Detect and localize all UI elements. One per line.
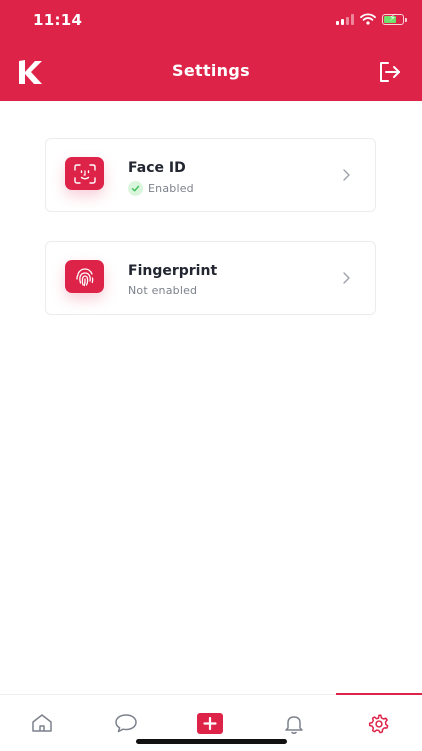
gear-icon [368, 714, 389, 734]
add-icon [197, 713, 223, 734]
status-icons: ⚡ [336, 13, 407, 25]
status-bar: 11:14 ⚡ [0, 0, 422, 44]
face-id-title: Face ID [128, 160, 186, 176]
wifi-icon [360, 13, 376, 25]
nav-settings[interactable] [336, 693, 422, 751]
fingerprint-status: Not enabled [128, 284, 197, 297]
battery-charging-icon: ⚡ [382, 13, 407, 25]
home-indicator [136, 739, 287, 744]
fingerprint-setting-card[interactable]: Fingerprint Not enabled [45, 241, 376, 315]
page-title: Settings [172, 61, 250, 80]
fingerprint-status-text: Not enabled [128, 284, 198, 297]
cellular-signal-icon [336, 13, 354, 25]
check-icon [128, 181, 143, 196]
app-header: 11:14 ⚡ Settings [0, 0, 422, 101]
face-id-status-text: Enabled [148, 182, 194, 195]
logout-button[interactable] [376, 58, 404, 86]
fingerprint-title: Fingerprint [128, 263, 218, 279]
active-tab-indicator [336, 693, 422, 695]
chevron-right-icon [343, 272, 350, 284]
chat-icon [115, 714, 137, 733]
face-id-status: Enabled [128, 181, 194, 196]
chevron-right-icon [343, 169, 350, 181]
face-id-icon [65, 157, 104, 190]
logout-icon [380, 62, 400, 82]
home-icon [32, 714, 52, 732]
status-time: 11:14 [33, 11, 83, 29]
bell-icon [285, 716, 303, 734]
nav-home[interactable] [0, 695, 84, 751]
face-id-setting-card[interactable]: Face ID Enabled [45, 138, 376, 212]
fingerprint-icon [65, 260, 104, 293]
